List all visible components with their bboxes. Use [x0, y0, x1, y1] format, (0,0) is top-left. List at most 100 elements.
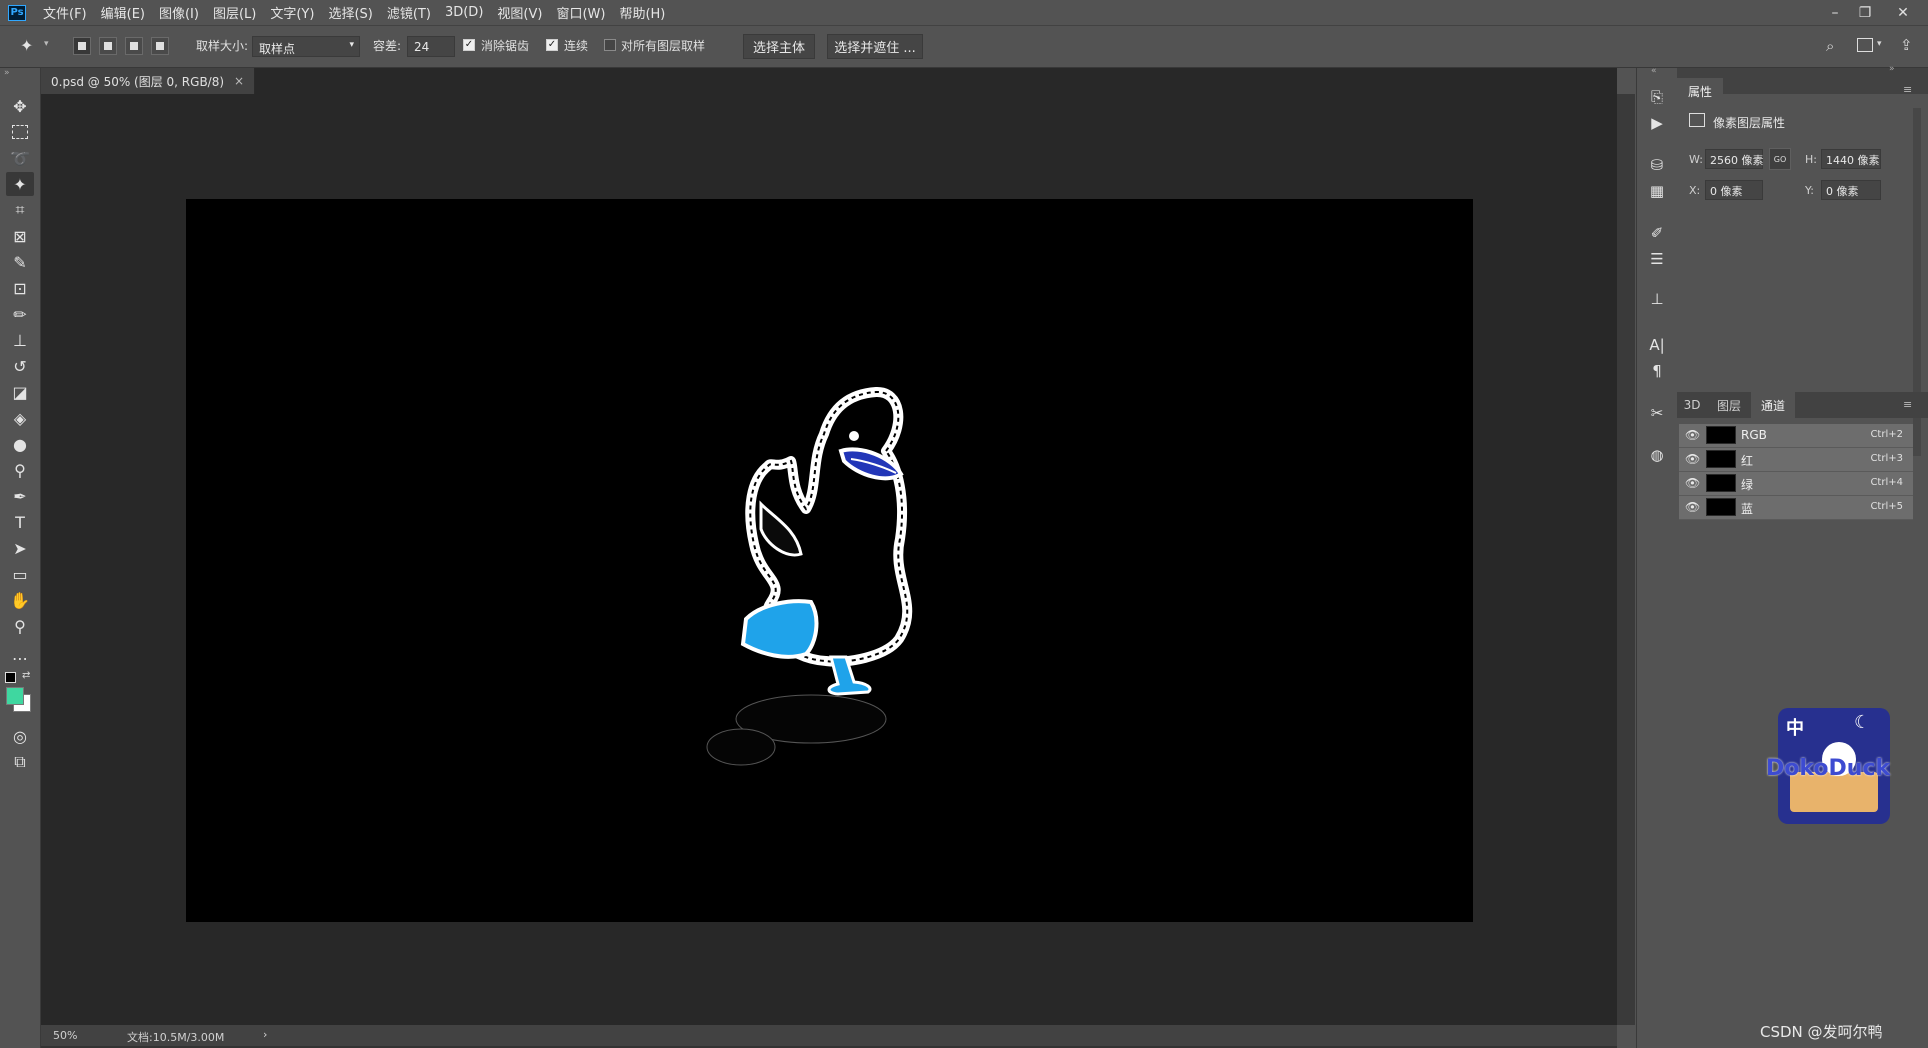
sample-all-layers-checkbox[interactable]	[604, 39, 616, 51]
tab-3d[interactable]: 3D	[1677, 392, 1707, 418]
menu-image[interactable]: 图像(I)	[152, 3, 206, 22]
history-brush-tool-icon[interactable]: ↺	[6, 354, 34, 378]
menu-help[interactable]: 帮助(H)	[612, 3, 672, 22]
type-tool-icon[interactable]: T	[6, 510, 34, 534]
menu-filter[interactable]: 滤镜(T)	[380, 3, 438, 22]
contiguous-checkbox[interactable]: ✓	[546, 39, 558, 51]
magic-wand-tool-icon[interactable]: ✦	[6, 172, 34, 196]
healing-brush-tool-icon[interactable]: ⊡	[6, 276, 34, 300]
channel-shortcut: Ctrl+4	[1870, 477, 1903, 488]
history-panel-icon[interactable]: ⎘	[1645, 86, 1669, 108]
menu-view[interactable]: 视图(V)	[490, 3, 549, 22]
y-field[interactable]: 0 像素	[1821, 180, 1881, 200]
move-tool-icon[interactable]: ✥	[6, 94, 34, 118]
height-value: 1440 像素	[1826, 154, 1880, 167]
x-field[interactable]: 0 像素	[1705, 180, 1763, 200]
magic-wand-preset-icon[interactable]: ✦	[20, 36, 33, 55]
crop-tool-icon[interactable]: ⌗	[6, 198, 34, 222]
visibility-eye-icon[interactable]: 👁	[1685, 452, 1700, 466]
chevron-down-icon[interactable]: ▾	[1877, 39, 1882, 49]
menu-window[interactable]: 窗口(W)	[549, 3, 612, 22]
eraser-tool-icon[interactable]: ◪	[6, 380, 34, 404]
restore-button[interactable]: ❐	[1850, 0, 1880, 25]
tab-channels[interactable]: 通道	[1751, 392, 1795, 418]
antialias-checkbox[interactable]: ✓	[463, 39, 475, 51]
hand-tool-icon[interactable]: ✋	[6, 588, 34, 612]
path-selection-tool-icon[interactable]: ➤	[6, 536, 34, 560]
collapse-toolbar-icon[interactable]: »	[4, 68, 10, 78]
3d-panel-icon[interactable]: ⛁	[1645, 154, 1669, 176]
actions-play-icon[interactable]: ▶	[1645, 112, 1669, 134]
document-tab[interactable]: 0.psd @ 50% (图层 0, RGB/8) ×	[41, 68, 256, 94]
select-subject-button[interactable]: 选择主体	[743, 34, 815, 59]
eyedropper-tool-icon[interactable]: ✎	[6, 250, 34, 274]
image-canvas[interactable]	[186, 199, 1473, 922]
collapse-right-panel-icon[interactable]: »	[1889, 64, 1895, 74]
chevron-down-icon[interactable]: ▾	[44, 39, 49, 49]
dodge-tool-icon[interactable]: ⚲	[6, 458, 34, 482]
tab-properties[interactable]: 属性	[1677, 78, 1723, 104]
brush-tool-icon[interactable]: ✏	[6, 302, 34, 326]
foreground-color-swatch[interactable]	[6, 687, 24, 705]
visibility-eye-icon[interactable]: 👁	[1685, 428, 1700, 442]
channel-row-red[interactable]: 👁 红 Ctrl+3	[1679, 448, 1913, 472]
visibility-eye-icon[interactable]: 👁	[1685, 476, 1700, 490]
blur-tool-icon[interactable]: ●	[6, 432, 34, 456]
panel-menu-icon[interactable]: ≡	[1903, 398, 1912, 411]
height-field[interactable]: 1440 像素	[1821, 149, 1881, 169]
brush-settings-icon[interactable]: ✐	[1645, 222, 1669, 244]
sample-size-select[interactable]: 取样点 ▾	[252, 36, 360, 57]
close-tab-icon[interactable]: ×	[234, 74, 244, 88]
zoom-level[interactable]: 50%	[53, 1029, 77, 1042]
character-panel-icon[interactable]: A|	[1645, 334, 1669, 356]
channel-row-blue[interactable]: 👁 蓝 Ctrl+5	[1679, 496, 1913, 520]
vertical-scrollbar[interactable]	[1617, 94, 1635, 1025]
channel-row-rgb[interactable]: 👁 RGB Ctrl+2	[1679, 424, 1913, 448]
visibility-eye-icon[interactable]: 👁	[1685, 500, 1700, 514]
default-colors-icon[interactable]	[5, 672, 16, 683]
screen-mode-icon[interactable]: ⧉	[6, 750, 34, 774]
marquee-tool-icon[interactable]	[6, 120, 34, 144]
menu-file[interactable]: 文件(F)	[36, 3, 94, 22]
libraries-icon[interactable]: ◍	[1645, 444, 1669, 466]
paint-bucket-tool-icon[interactable]: ◈	[6, 406, 34, 430]
collapse-panels-icon[interactable]: «	[1651, 66, 1657, 76]
x-value: 0 像素	[1710, 185, 1743, 198]
link-dimensions-icon[interactable]: GO	[1769, 148, 1791, 170]
lasso-tool-icon[interactable]: ➰	[6, 146, 34, 170]
select-and-mask-button[interactable]: 选择并遮住 ...	[827, 34, 923, 59]
status-menu-arrow-icon[interactable]: ›	[263, 1028, 267, 1041]
clone-stamp-tool-icon[interactable]: ⊥	[6, 328, 34, 352]
add-selection-button[interactable]	[99, 37, 117, 55]
quick-mask-icon[interactable]: ◎	[6, 724, 34, 748]
new-selection-button[interactable]	[73, 37, 91, 55]
search-icon[interactable]: ⌕	[1826, 37, 1834, 55]
tab-layers[interactable]: 图层	[1709, 392, 1749, 418]
share-icon[interactable]: ⇪	[1900, 36, 1913, 54]
adjustments-icon[interactable]: ☰	[1645, 248, 1669, 270]
paragraph-panel-icon[interactable]: ¶	[1645, 360, 1669, 382]
width-field[interactable]: 2560 像素	[1705, 149, 1764, 169]
close-window-button[interactable]: ✕	[1888, 0, 1918, 25]
menu-edit[interactable]: 编辑(E)	[94, 3, 152, 22]
swap-colors-icon[interactable]: ⇄	[22, 670, 30, 681]
menu-select[interactable]: 选择(S)	[321, 3, 379, 22]
frame-tool-icon[interactable]: ⊠	[6, 224, 34, 248]
channel-row-green[interactable]: 👁 绿 Ctrl+4	[1679, 472, 1913, 496]
zoom-tool-icon[interactable]: ⚲	[6, 614, 34, 638]
panel-menu-icon[interactable]: ≡	[1903, 83, 1912, 96]
tolerance-input[interactable]: 24	[407, 36, 455, 57]
menu-layer[interactable]: 图层(L)	[206, 3, 263, 22]
subtract-selection-button[interactable]	[125, 37, 143, 55]
shape-tool-icon[interactable]: ▭	[6, 562, 34, 586]
menu-type[interactable]: 文字(Y)	[263, 3, 321, 22]
tool-presets-icon[interactable]: ✂	[1645, 402, 1669, 424]
intersect-selection-button[interactable]	[151, 37, 169, 55]
clone-source-icon[interactable]: ⊥	[1645, 288, 1669, 310]
pen-tool-icon[interactable]: ✒	[6, 484, 34, 508]
more-tools-icon[interactable]: ⋯	[6, 646, 34, 670]
minimize-button[interactable]: –	[1820, 0, 1850, 25]
menu-3d[interactable]: 3D(D)	[438, 5, 490, 20]
workspace-icon[interactable]	[1857, 38, 1873, 52]
grid-panel-icon[interactable]: ▦	[1645, 180, 1669, 202]
